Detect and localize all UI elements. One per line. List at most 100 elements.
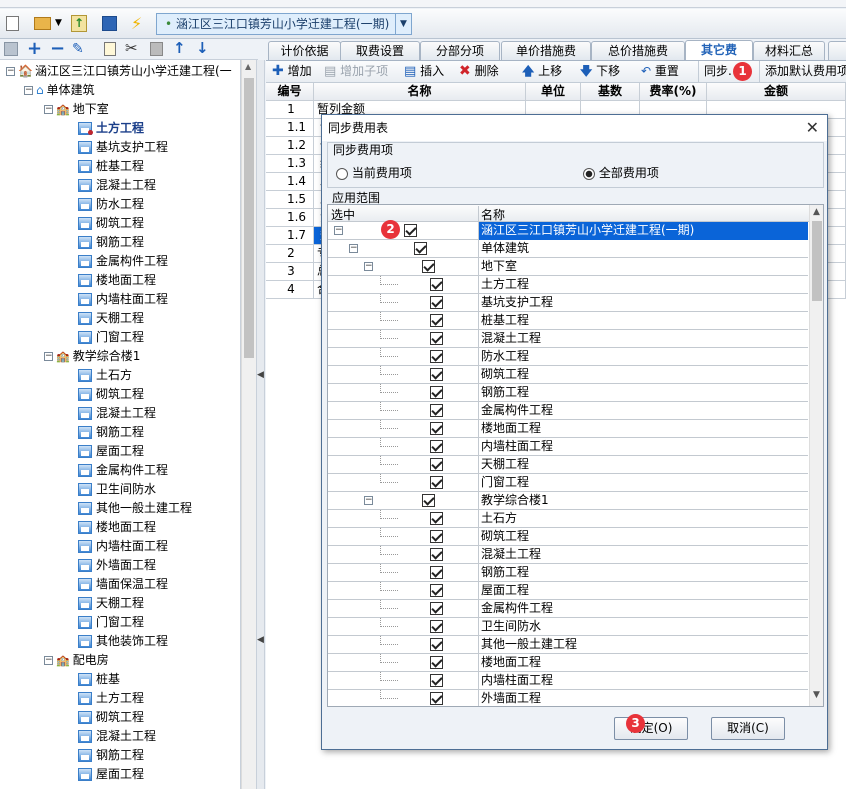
- scope-checkbox[interactable]: [430, 692, 443, 705]
- tree-node[interactable]: 混凝土工程: [78, 727, 156, 746]
- collapse-toggle-icon[interactable]: −: [349, 244, 358, 253]
- scope-checkbox[interactable]: [430, 512, 443, 525]
- tree-node[interactable]: 屋面工程: [78, 442, 144, 461]
- tree-node[interactable]: 砌筑工程: [78, 385, 144, 404]
- grid-scroll-up-icon[interactable]: ▲: [813, 207, 820, 217]
- collapse-toggle-icon[interactable]: −: [24, 86, 33, 95]
- tree-node[interactable]: 卫生间防水: [78, 480, 156, 499]
- scope-checkbox[interactable]: [430, 440, 443, 453]
- move-down-icon[interactable]: ↓: [196, 39, 209, 57]
- collapse-toggle-icon[interactable]: −: [364, 262, 373, 271]
- scope-checkbox[interactable]: [430, 584, 443, 597]
- scope-checkbox[interactable]: [430, 602, 443, 615]
- table-row-number[interactable]: 2: [266, 245, 314, 263]
- move-up-button[interactable]: 🡅 上移: [522, 61, 562, 82]
- table-row-number[interactable]: 1.3: [266, 155, 314, 173]
- scope-row[interactable]: 内墙柱面工程: [328, 672, 808, 690]
- tab-overflow[interactable]: [828, 41, 846, 60]
- table-row-number[interactable]: 1: [266, 101, 314, 119]
- scope-checkbox[interactable]: [422, 494, 435, 507]
- scroll-up-arrow-icon[interactable]: ▲: [245, 62, 251, 71]
- scope-row[interactable]: − 地下室: [328, 258, 808, 276]
- scope-checkbox[interactable]: [430, 638, 443, 651]
- scope-checkbox[interactable]: [430, 674, 443, 687]
- radio-all[interactable]: 全部费用项: [583, 164, 659, 181]
- add-default-fee-button[interactable]: 添加默认费用项: [759, 61, 846, 82]
- scope-checkbox[interactable]: [430, 278, 443, 291]
- table-row-number[interactable]: 1.7: [266, 227, 314, 245]
- tree-node[interactable]: 土石方: [78, 366, 132, 385]
- scope-checkbox[interactable]: [430, 530, 443, 543]
- tree-node[interactable]: 桩基: [78, 670, 120, 689]
- tree-node[interactable]: 内墙柱面工程: [78, 290, 168, 309]
- tree-node[interactable]: 砌筑工程: [78, 214, 144, 233]
- scope-row[interactable]: 钢筋工程: [328, 564, 808, 582]
- open-folder-icon[interactable]: [34, 17, 51, 30]
- tree-node[interactable]: 外墙面工程: [78, 556, 156, 575]
- upload-icon[interactable]: ↑: [71, 15, 87, 32]
- table-row-number[interactable]: 1.5: [266, 191, 314, 209]
- tree-node[interactable]: 土方工程: [78, 119, 144, 138]
- scope-row[interactable]: − 单体建筑: [328, 240, 808, 258]
- scope-checkbox[interactable]: [430, 548, 443, 561]
- table-row-number[interactable]: 1.6: [266, 209, 314, 227]
- tree-node[interactable]: 钢筋工程: [78, 746, 144, 765]
- tree-node[interactable]: 砌筑工程: [78, 708, 144, 727]
- scope-row[interactable]: 混凝土工程: [328, 330, 808, 348]
- tree-node[interactable]: 混凝土工程: [78, 404, 156, 423]
- scope-row[interactable]: 门窗工程: [328, 474, 808, 492]
- scope-checkbox[interactable]: [430, 566, 443, 579]
- tree-node[interactable]: 楼地面工程: [78, 518, 156, 537]
- paste-icon[interactable]: [150, 42, 163, 56]
- collapse-toggle-icon[interactable]: −: [334, 226, 343, 235]
- move-up-icon[interactable]: ↑: [173, 39, 186, 57]
- tree-node[interactable]: 金属构件工程: [78, 252, 168, 271]
- tree-node[interactable]: 门窗工程: [78, 328, 144, 347]
- collapse-toggle-icon[interactable]: −: [44, 352, 53, 361]
- lightning-icon[interactable]: ⚡: [131, 14, 142, 33]
- tree-node[interactable]: 防水工程: [78, 195, 144, 214]
- tree-node[interactable]: 屋面工程: [78, 765, 144, 784]
- tree-node[interactable]: − 🏠 涵江区三江口镇芳山小学迁建工程(一: [6, 62, 232, 81]
- scope-row[interactable]: 防水工程: [328, 348, 808, 366]
- scope-row[interactable]: 土方工程: [328, 276, 808, 294]
- scope-row[interactable]: 其他一般土建工程: [328, 636, 808, 654]
- tree-node[interactable]: 金属构件工程: [78, 461, 168, 480]
- tab-4[interactable]: 总价措施费: [591, 41, 685, 60]
- tree-node[interactable]: − 🏫 配电房: [44, 651, 109, 670]
- scope-checkbox[interactable]: [430, 332, 443, 345]
- scope-checkbox[interactable]: [414, 242, 427, 255]
- scope-row[interactable]: − 涵江区三江口镇芳山小学迁建工程(一期): [328, 222, 808, 241]
- doc-tab-dropdown-icon[interactable]: ▼: [395, 14, 411, 34]
- scope-row[interactable]: 楼地面工程: [328, 654, 808, 672]
- tree-node[interactable]: − 🏫 地下室: [44, 100, 109, 119]
- scope-row[interactable]: 混凝土工程: [328, 546, 808, 564]
- scope-row[interactable]: 基坑支护工程: [328, 294, 808, 312]
- grid-scroll-down-icon[interactable]: ▼: [813, 690, 820, 700]
- tree-node[interactable]: − ⌂ 单体建筑: [24, 81, 95, 100]
- tree-node[interactable]: 钢筋工程: [78, 233, 144, 252]
- tree-node[interactable]: 内墙柱面工程: [78, 537, 168, 556]
- tree-node[interactable]: 钢筋工程: [78, 423, 144, 442]
- scope-row[interactable]: 土石方: [328, 510, 808, 528]
- collapse-icon[interactable]: [4, 42, 18, 56]
- copy-icon[interactable]: [104, 42, 116, 56]
- tree-node[interactable]: 桩基工程: [78, 157, 144, 176]
- scope-checkbox[interactable]: [430, 458, 443, 471]
- scope-checkbox[interactable]: [430, 386, 443, 399]
- grid-scrollbar-thumb[interactable]: [812, 221, 822, 301]
- tree-node[interactable]: 楼地面工程: [78, 271, 156, 290]
- panel-splitter[interactable]: ◀ ◀: [256, 60, 265, 789]
- doc-tab[interactable]: • 涵江区三江口镇芳山小学迁建工程(一期) ▼: [156, 13, 412, 35]
- splitter-left-arrow-icon[interactable]: ◀: [257, 370, 264, 380]
- tab-0[interactable]: 计价依据: [268, 41, 341, 60]
- insert-button[interactable]: ▤ 插入: [404, 61, 444, 82]
- scope-row[interactable]: 外墙面工程: [328, 690, 808, 706]
- table-row-number[interactable]: 4: [266, 281, 314, 299]
- scope-row[interactable]: 屋面工程: [328, 582, 808, 600]
- splitter-left-arrow-icon[interactable]: ◀: [257, 635, 264, 645]
- dropdown-arrow-icon[interactable]: ▼: [55, 18, 62, 28]
- scope-row[interactable]: 金属构件工程: [328, 402, 808, 420]
- scope-checkbox[interactable]: [430, 476, 443, 489]
- cut-icon[interactable]: ✂: [125, 39, 138, 57]
